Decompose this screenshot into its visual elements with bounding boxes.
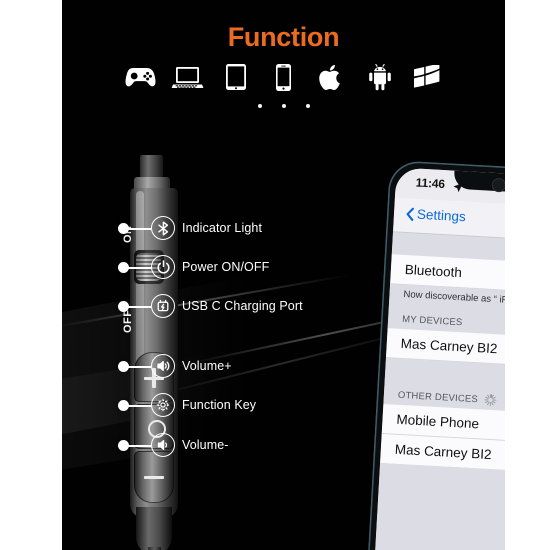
callout-label-power: Power ON/OFF [182,260,270,274]
module-tail [136,507,172,550]
right-page-margin [505,0,550,550]
callout-line-power [127,267,151,269]
callout-line-indicator-light [127,228,151,230]
gamepad-icon [123,60,157,94]
infographic-canvas: Function ON OFF Indicator Light Power ON… [0,0,550,550]
volume-down-button[interactable] [134,451,174,503]
apple-logo-icon [315,60,349,94]
smartphone-icon [267,60,301,94]
usb-c-charging-icon [151,294,175,318]
phone-frame: 11:46 Settings Bluetooth Now discoverabl… [367,160,505,550]
front-camera [491,177,505,193]
phone-screen: 11:46 Settings Bluetooth Now discoverabl… [374,167,505,550]
section-label: OTHER DEVICES [397,389,479,405]
volume-up-icon [151,354,175,378]
power-icon [151,255,175,279]
iphone-mockup: 11:46 Settings Bluetooth Now discoverabl… [367,160,505,550]
callout-line-function-key [127,405,151,407]
callout-label-volume-down: Volume- [182,438,229,452]
bluetooth-icon [151,216,175,240]
dark-content-panel: Function ON OFF Indicator Light Power ON… [62,0,505,550]
minus-glyph [144,476,164,480]
loading-spinner-icon [484,393,498,407]
back-button-label: Settings [416,206,467,225]
section-label: MY DEVICES [401,313,463,329]
callout-line-volume-down [127,445,151,447]
dot [257,104,262,108]
gear-icon [151,393,175,417]
windows-logo-icon [411,60,445,94]
dot [281,104,286,108]
dot [305,104,310,108]
android-logo-icon [363,60,397,94]
volume-down-icon [151,433,175,457]
page-title: Function [227,22,340,52]
callout-label-usb-c: USB C Charging Port [182,299,303,313]
laptop-icon [171,60,205,94]
earphone-control-module: ON OFF [62,155,192,550]
ellipsis-dots [62,104,505,108]
chevron-left-icon [406,207,414,221]
callout-line-usb-c [127,306,151,308]
status-bar-clock: 11:46 [415,175,446,192]
callout-label-indicator-light: Indicator Light [182,221,263,235]
switch-off-label: OFF [122,309,134,334]
back-to-settings-button[interactable]: Settings [406,206,467,225]
compatible-device-icon-row [62,60,505,94]
callout-line-volume-up [127,366,151,368]
callout-label-volume-up: Volume+ [182,359,232,373]
list-filler [374,462,505,550]
callout-label-function-key: Function Key [182,398,257,412]
left-page-margin [0,0,62,550]
tablet-icon [219,60,253,94]
